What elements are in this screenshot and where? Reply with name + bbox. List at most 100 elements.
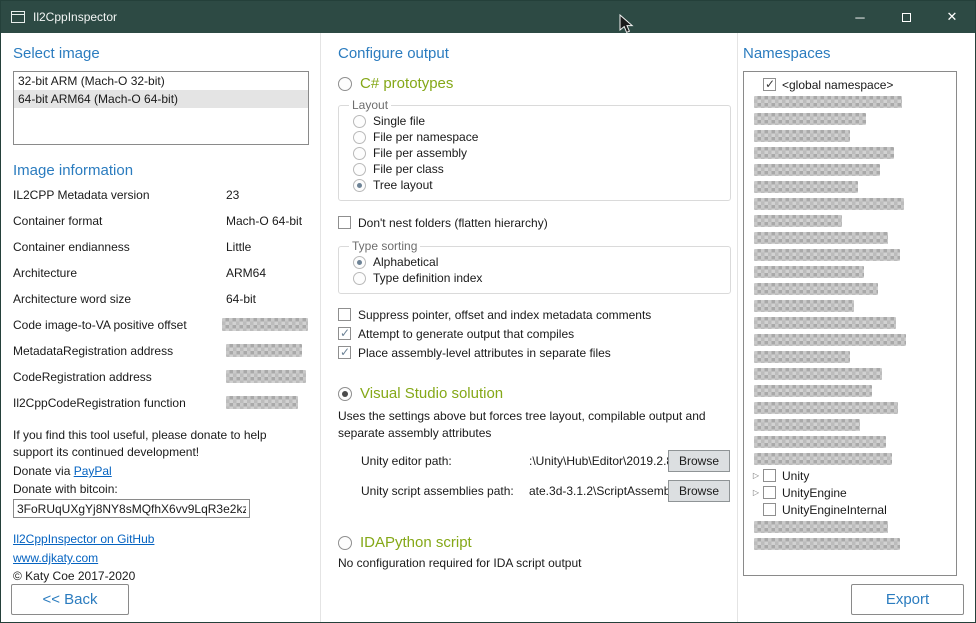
- info-row: ArchitectureARM64: [13, 266, 308, 292]
- namespace-row[interactable]: ▷ Unity: [746, 467, 954, 484]
- checkbox-label: Don't nest folders (flatten hierarchy): [358, 216, 548, 230]
- type-sorting-group: Type sorting AlphabeticalType definition…: [338, 239, 731, 294]
- info-label: Architecture: [13, 266, 226, 280]
- bitcoin-address-input[interactable]: [13, 499, 250, 518]
- namespace-row-redacted: [746, 127, 954, 144]
- info-label: IL2CPP Metadata version: [13, 188, 226, 202]
- option-csharp-prototypes[interactable]: C# prototypes: [338, 75, 737, 92]
- redacted-namespace: [754, 181, 858, 193]
- layout-group-title: Layout: [349, 98, 391, 112]
- radio-label: Tree layout: [373, 178, 433, 192]
- minimize-button[interactable]: ─: [837, 1, 883, 33]
- namespace-checkbox[interactable]: [763, 78, 776, 91]
- namespace-row[interactable]: <global namespace>: [746, 76, 954, 93]
- image-information-title: Image information: [13, 162, 308, 179]
- info-label: Container endianness: [13, 240, 226, 254]
- redacted-namespace: [754, 215, 842, 227]
- select-image-panel: Select image 32-bit ARM (Mach-O 32-bit)6…: [1, 33, 321, 622]
- expander-icon[interactable]: ▷: [749, 484, 763, 501]
- config-checkbox[interactable]: Suppress pointer, offset and index metad…: [338, 305, 737, 324]
- radio-icon: [353, 179, 366, 192]
- info-label: Architecture word size: [13, 292, 226, 306]
- type-sorting-group-title: Type sorting: [349, 239, 420, 253]
- namespace-checkbox[interactable]: [763, 486, 776, 499]
- redacted-namespace: [754, 436, 886, 448]
- paypal-link[interactable]: PayPal: [74, 464, 112, 478]
- app-icon: [11, 11, 25, 23]
- namespace-checkbox[interactable]: [763, 469, 776, 482]
- redacted-value: [226, 370, 306, 383]
- unity-script-browse-button[interactable]: Browse: [668, 480, 730, 502]
- info-value: 64-bit: [226, 292, 308, 306]
- radio-label: Type definition index: [373, 271, 482, 285]
- namespace-row[interactable]: UnityEngineInternal: [746, 501, 954, 518]
- donate-paypal-prefix: Donate via: [13, 464, 74, 478]
- unity-script-path-label: Unity script assemblies path:: [361, 484, 529, 498]
- image-listbox[interactable]: 32-bit ARM (Mach-O 32-bit)64-bit ARM64 (…: [13, 71, 309, 145]
- namespace-row-redacted: [746, 518, 954, 535]
- namespace-label: Unity: [782, 469, 809, 483]
- vs-solution-description: Uses the settings above but forces tree …: [338, 408, 730, 442]
- info-value: Little: [226, 240, 308, 254]
- expander-icon[interactable]: ▷: [749, 467, 763, 484]
- config-checkboxes: Suppress pointer, offset and index metad…: [338, 305, 737, 362]
- namespace-list[interactable]: <global namespace> ▷ Unity▷UnityEngine Unit…: [743, 71, 957, 576]
- namespace-row-redacted: [746, 161, 954, 178]
- radio-option[interactable]: Single file: [349, 113, 722, 129]
- titlebar[interactable]: Il2CppInspector ─ ✕: [1, 1, 975, 33]
- export-button[interactable]: Export: [851, 584, 964, 615]
- redacted-namespace: [754, 419, 860, 431]
- info-row: IL2CPP Metadata version23: [13, 188, 308, 214]
- radio-option[interactable]: Tree layout: [349, 177, 722, 193]
- image-info-grid: IL2CPP Metadata version23Container forma…: [13, 188, 308, 422]
- option-label: Visual Studio solution: [360, 385, 503, 402]
- info-value: Mach-O 64-bit: [226, 214, 308, 228]
- donate-message: If you find this tool useful, please don…: [13, 427, 293, 460]
- website-link[interactable]: www.djkaty.com: [13, 551, 308, 565]
- config-checkbox[interactable]: Place assembly-level attributes in separ…: [338, 343, 737, 362]
- back-button[interactable]: << Back: [11, 584, 129, 615]
- donate-paypal-line: Donate via PayPal: [13, 464, 308, 478]
- config-checkbox[interactable]: Attempt to generate output that compiles: [338, 324, 737, 343]
- image-list-item[interactable]: 32-bit ARM (Mach-O 32-bit): [14, 72, 308, 90]
- namespace-row-redacted: [746, 416, 954, 433]
- close-button[interactable]: ✕: [929, 1, 975, 33]
- namespace-row[interactable]: ▷UnityEngine: [746, 484, 954, 501]
- namespace-row-redacted: [746, 297, 954, 314]
- unity-editor-browse-button[interactable]: Browse: [668, 450, 730, 472]
- checkbox-icon: [338, 327, 351, 340]
- namespace-row-redacted: [746, 229, 954, 246]
- radio-option[interactable]: Type definition index: [349, 270, 722, 286]
- namespace-checkbox[interactable]: [763, 503, 776, 516]
- option-visual-studio-solution[interactable]: Visual Studio solution: [338, 385, 737, 402]
- redacted-namespace: [754, 351, 850, 363]
- namespace-row-redacted: [746, 535, 954, 552]
- redacted-namespace: [754, 249, 900, 261]
- redacted-namespace: [754, 453, 892, 465]
- radio-option[interactable]: File per namespace: [349, 129, 722, 145]
- radio-icon: [338, 536, 352, 550]
- namespace-label: UnityEngineInternal: [782, 503, 887, 517]
- radio-option[interactable]: File per class: [349, 161, 722, 177]
- info-label: Container format: [13, 214, 226, 228]
- image-list-item[interactable]: 64-bit ARM64 (Mach-O 64-bit): [14, 90, 308, 108]
- redacted-namespace: [754, 538, 900, 550]
- radio-label: File per assembly: [373, 146, 467, 160]
- option-idapython-script[interactable]: IDAPython script: [338, 534, 737, 551]
- namespace-row-redacted: [746, 365, 954, 382]
- info-value: ARM64: [226, 266, 308, 280]
- info-row: Container formatMach-O 64-bit: [13, 214, 308, 240]
- info-row: Il2CppCodeRegistration function: [13, 396, 308, 422]
- radio-option[interactable]: Alphabetical: [349, 254, 722, 270]
- maximize-button[interactable]: [883, 1, 929, 33]
- namespaces-title: Namespaces: [743, 45, 975, 62]
- flatten-hierarchy-checkbox[interactable]: Don't nest folders (flatten hierarchy): [338, 214, 737, 231]
- namespace-row-redacted: [746, 212, 954, 229]
- maximize-icon: [902, 13, 911, 22]
- radio-icon: [353, 115, 366, 128]
- namespace-row-redacted: [746, 263, 954, 280]
- github-link[interactable]: Il2CppInspector on GitHub: [13, 532, 308, 546]
- radio-option[interactable]: File per assembly: [349, 145, 722, 161]
- namespace-row-redacted: [746, 144, 954, 161]
- namespaces-panel: Namespaces <global namespace>▷Unity▷Unit…: [738, 33, 975, 622]
